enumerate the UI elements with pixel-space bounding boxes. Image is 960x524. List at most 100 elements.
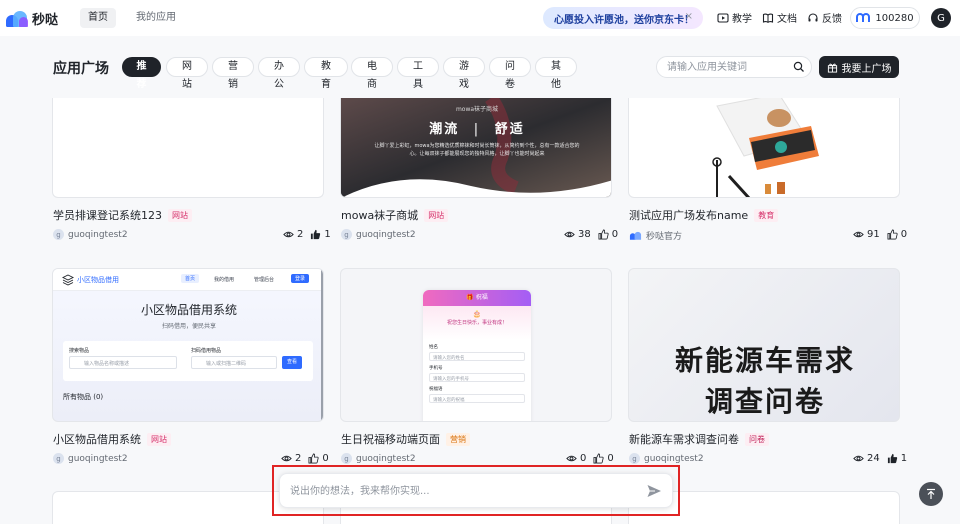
card-tag: 问卷 <box>745 432 769 446</box>
card-title-course-system[interactable]: 学员排课登记系统123 网站 <box>53 207 192 223</box>
card-title-text: 新能源车需求调查问卷 <box>629 433 739 446</box>
card-title-test-app[interactable]: 测试应用广场发布name 教育 <box>629 207 779 223</box>
category-recommend[interactable]: 推荐 <box>122 57 161 90</box>
category-website[interactable]: 网站 <box>166 57 208 90</box>
nav-tab-home[interactable]: 首页 <box>80 8 116 28</box>
borrow-app-name: 小区物品借用 <box>77 276 119 284</box>
nav-tab-my-apps[interactable]: 我的应用 <box>128 8 184 28</box>
card-tag: 营销 <box>446 432 470 446</box>
link-tutorial[interactable]: 教学 <box>717 10 752 25</box>
birthday-header: 🎁 祝福 <box>423 290 531 306</box>
card-image-mowa-shop[interactable]: mowa袜子商城 潮流 | 舒适 让脚丫爱上彩虹，mowa为您精选优质棉袜和时尚… <box>340 98 612 198</box>
book-icon <box>762 13 774 23</box>
borrow-heading: 小区物品借用系统 <box>140 303 237 317</box>
card-title-text: 小区物品借用系统 <box>53 433 141 446</box>
birthday-phone-input: 请输入您的手机号 <box>429 373 525 382</box>
author-name: 秒哒官方 <box>646 232 683 242</box>
card-author-test-app: 秒哒官方 <box>629 229 682 242</box>
category-tools[interactable]: 工具 <box>397 57 439 90</box>
product-photo-art <box>712 98 819 197</box>
view-count: 91 <box>867 229 880 240</box>
app-search[interactable] <box>656 56 812 78</box>
credits-badge[interactable]: 100280 <box>850 7 920 29</box>
card-image-birthday[interactable]: 🎁 祝福 🎂 祝您生日快乐，事业有成！ 姓名 请输入您的姓名 手机号 请输入您的… <box>340 268 612 422</box>
card-image-ev-survey[interactable]: 新能源车需求 调查问卷 <box>628 268 900 422</box>
publish-to-plaza-button[interactable]: 我要上广场 <box>819 56 899 78</box>
mowa-headline: 潮流 | 舒适 <box>429 122 525 137</box>
thumbs-up-icon[interactable] <box>308 453 319 464</box>
idea-prompt-input[interactable] <box>290 482 630 500</box>
card-author-birthday: g guoqingtest2 <box>341 453 416 464</box>
search-icon[interactable] <box>793 61 805 73</box>
view-count: 0 <box>580 453 587 464</box>
user-avatar[interactable]: G <box>931 8 951 28</box>
card-title-birthday[interactable]: 生日祝福移动端页面 营销 <box>341 431 470 447</box>
thumbs-up-filled-icon[interactable] <box>887 453 898 464</box>
author-name: guoqingtest2 <box>68 229 128 240</box>
thumbs-up-filled-icon[interactable] <box>310 229 321 240</box>
idea-prompt-box[interactable] <box>279 473 673 508</box>
author-avatar-icon: g <box>341 229 352 240</box>
category-games[interactable]: 游戏 <box>443 57 485 90</box>
card-title-text: 学员排课登记系统123 <box>53 209 162 222</box>
cake-icon: 🎂 <box>472 310 482 318</box>
top-navbar: 秒哒 首页 我的应用 心愿投入许愿池，送你京东卡！ × 教学 文档 反馈 100… <box>0 0 960 36</box>
borrow-view-button: 查看 <box>282 356 302 369</box>
play-box-icon <box>717 12 729 23</box>
view-count: 2 <box>297 229 304 240</box>
link-feedback[interactable]: 反馈 <box>807 10 842 25</box>
gift-icon <box>827 63 837 73</box>
card-stats-mowa-shop: 38 0 <box>564 229 618 240</box>
brand-logo[interactable]: 秒哒 <box>6 9 58 28</box>
card-title-mowa-shop[interactable]: mowa袜子商城 网站 <box>341 207 449 223</box>
category-marketing[interactable]: 营销 <box>212 57 254 90</box>
eye-icon <box>566 455 577 462</box>
birthday-name-input: 请输入您的姓名 <box>429 352 525 361</box>
card-title-ev-survey[interactable]: 新能源车需求调查问卷 问卷 <box>629 431 769 447</box>
like-count: 0 <box>322 453 329 464</box>
card-title-item-borrow[interactable]: 小区物品借用系统 网站 <box>53 431 171 447</box>
eye-icon <box>281 455 292 462</box>
credits-value: 100280 <box>875 12 914 24</box>
mowa-small-title: mowa袜子商城 <box>455 106 499 113</box>
borrow-scrollbar <box>321 269 323 421</box>
gift-box-icon: 🎁 <box>466 294 474 301</box>
category-office[interactable]: 办公 <box>258 57 300 90</box>
search-input[interactable] <box>667 57 791 77</box>
mowa-headline-right: 舒适 <box>494 122 525 137</box>
card-author-item-borrow: g guoqingtest2 <box>53 453 128 464</box>
thumbs-up-icon[interactable] <box>598 229 609 240</box>
scroll-to-top-button[interactable] <box>919 482 943 506</box>
author-avatar-icon: g <box>53 229 64 240</box>
arrow-up-icon <box>927 488 935 499</box>
birthday-phone-mock: 🎁 祝福 🎂 祝您生日快乐，事业有成！ 姓名 请输入您的姓名 手机号 请输入您的… <box>423 290 531 421</box>
card-image-test-app[interactable] <box>628 98 900 198</box>
page-title: 应用广场 <box>53 61 109 77</box>
borrow-nav-mine: 我的借用 <box>214 277 235 283</box>
view-count: 38 <box>578 229 591 240</box>
like-count: 0 <box>900 229 908 240</box>
send-icon[interactable] <box>646 483 662 499</box>
card-image-item-borrow[interactable]: 小区物品借用 首页 我的借用 管理后台 登录 小区物品借用系统 扫码借用，便民共… <box>52 268 324 422</box>
borrow-subheading: 扫码借用，便民共享 <box>161 323 216 330</box>
category-survey[interactable]: 问卷 <box>489 57 531 90</box>
card-title-text: 测试应用广场发布name <box>629 209 749 222</box>
author-name: guoqingtest2 <box>644 453 704 464</box>
thumbs-up-icon[interactable] <box>887 229 898 240</box>
link-feedback-label: 反馈 <box>822 14 842 25</box>
borrow-search-panel: 搜索物品 输入物品名称或描述 扫码借用物品 输入或扫描二维码 查看 <box>63 341 313 381</box>
birthday-header-text: 祝福 <box>475 294 488 301</box>
category-education[interactable]: 教育 <box>304 57 348 90</box>
promo-banner[interactable]: 心愿投入许愿池，送你京东卡！ × <box>543 7 703 29</box>
borrow-nav-home: 首页 <box>181 274 200 283</box>
link-docs[interactable]: 文档 <box>762 10 797 25</box>
like-count: 1 <box>324 229 331 240</box>
birthday-greeting: 祝您生日快乐，事业有成！ <box>446 320 507 326</box>
thumbs-up-icon[interactable] <box>593 453 604 464</box>
category-other[interactable]: 其他 <box>535 57 577 90</box>
headset-icon <box>808 12 818 21</box>
card-image-course-system[interactable] <box>52 98 324 198</box>
link-docs-label: 文档 <box>777 14 797 25</box>
promo-close-icon[interactable]: × <box>685 11 693 22</box>
category-ecommerce[interactable]: 电商 <box>351 57 393 90</box>
